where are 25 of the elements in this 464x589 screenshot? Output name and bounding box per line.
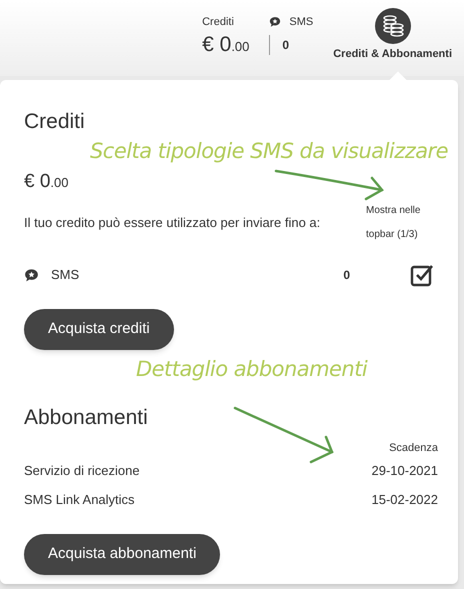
- credit-type-count: 0: [343, 267, 350, 284]
- credits-amount: € 0.00: [202, 32, 250, 58]
- annotation-text: Scelta tipologie SMS da visualizzare: [90, 138, 448, 165]
- subscription-expiry: 29-10-2021: [372, 462, 438, 480]
- buy-subscriptions-button[interactable]: Acquista abbonamenti: [24, 534, 220, 575]
- credits-balance: € 0.00: [24, 170, 68, 192]
- expiry-header: Scadenza: [389, 440, 438, 456]
- coins-icon[interactable]: [374, 8, 411, 44]
- credit-description: Il tuo credito può essere utilizzato per inviare fino a:: [24, 214, 320, 232]
- subscriptions-title: Abbonamenti: [24, 405, 149, 431]
- show-in-topbar-header: Mostra nelle topbar (1/3): [366, 204, 422, 242]
- credits-subscriptions-menu[interactable]: Crediti & Abbonamenti: [333, 8, 452, 62]
- sms-count: 0: [282, 36, 290, 54]
- chat-bubble-icon: [269, 16, 282, 28]
- sms-label: SMS: [289, 15, 314, 30]
- credit-type-name: SMS: [51, 266, 80, 284]
- credits-label: Crediti: [202, 15, 235, 30]
- subscription-name: SMS Link Analytics: [24, 490, 135, 509]
- chat-bubble-icon: [24, 268, 39, 282]
- buy-credits-button[interactable]: Acquista crediti: [24, 309, 174, 350]
- show-in-topbar-checkbox[interactable]: [410, 263, 434, 287]
- annotation-text: Dettaglio abbonamenti: [136, 356, 368, 383]
- subscription-expiry: 15-02-2022: [372, 490, 438, 509]
- subscription-name: Servizio di ricezione: [24, 462, 140, 480]
- credits-title: Crediti: [24, 109, 86, 135]
